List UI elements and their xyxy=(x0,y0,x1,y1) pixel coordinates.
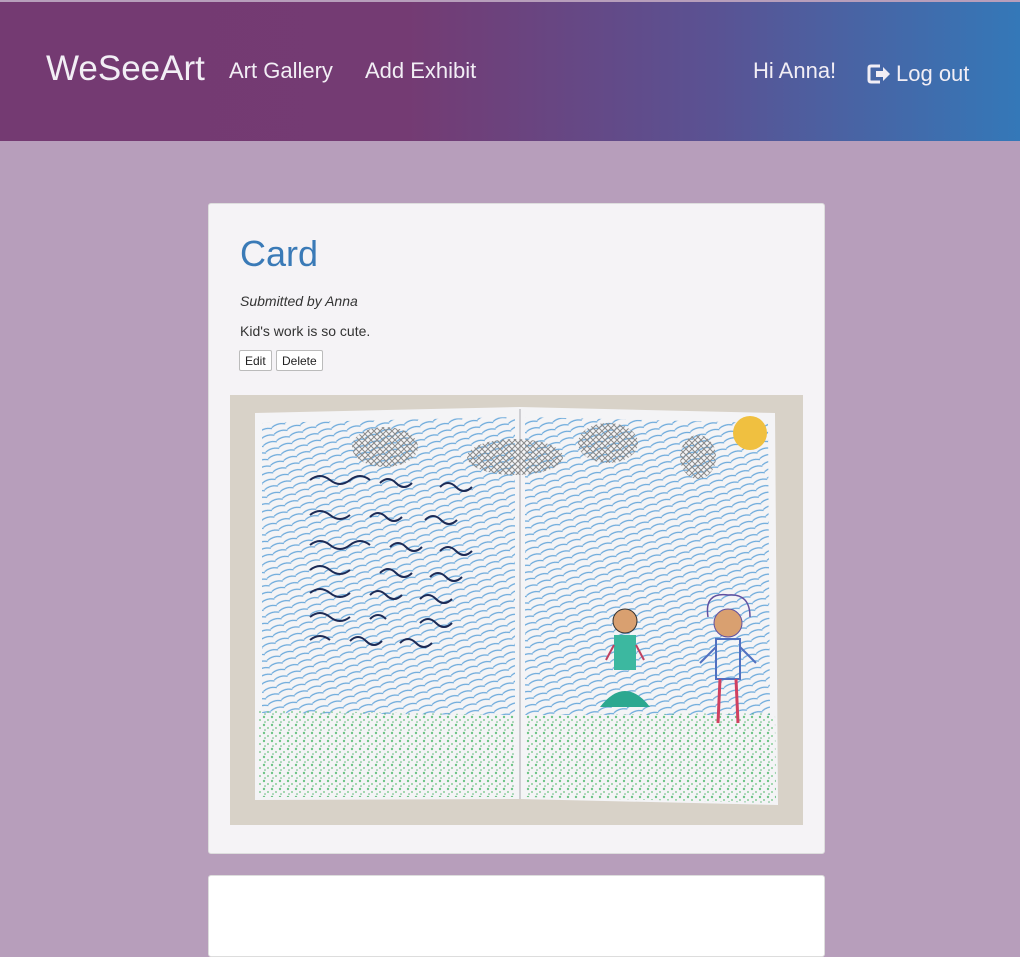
exhibit-description: Kid's work is so cute. xyxy=(240,323,371,339)
exhibit-title: Card xyxy=(240,233,319,274)
edit-button[interactable]: Edit xyxy=(239,350,272,371)
logout-icon xyxy=(867,64,890,84)
nav-add-exhibit[interactable]: Add Exhibit xyxy=(365,58,476,84)
exhibit-byline: Submitted by Anna xyxy=(240,293,358,309)
navbar: WeSeeArt Art Gallery Add Exhibit Hi Anna… xyxy=(0,2,1020,141)
logout-label: Log out xyxy=(896,61,970,86)
exhibit-card: Card Submitted by Anna Kid's work is so … xyxy=(208,203,825,854)
brand-link[interactable]: WeSeeArt xyxy=(46,49,205,89)
user-greeting: Hi Anna! xyxy=(753,58,837,83)
nav-art-gallery[interactable]: Art Gallery xyxy=(229,58,333,84)
delete-button[interactable]: Delete xyxy=(276,350,323,371)
exhibit-image xyxy=(230,395,803,825)
logout-button[interactable]: Log out xyxy=(867,61,969,87)
